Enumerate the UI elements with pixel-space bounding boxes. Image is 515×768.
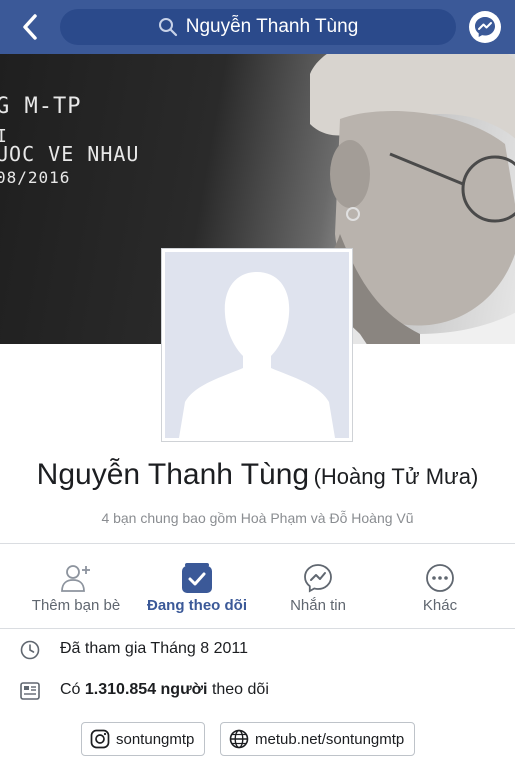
mutual-friends-text[interactable]: 4 bạn chung bao gồm Hoà Phạm và Đỗ Hoàng… — [0, 510, 515, 526]
profile-picture[interactable] — [161, 248, 353, 442]
divider — [0, 543, 515, 544]
followers-prefix: Có — [60, 681, 81, 698]
followers-feed-icon — [19, 680, 41, 702]
website-link-chip[interactable]: metub.net/sontungmtp — [220, 722, 416, 756]
message-label: Nhắn tin — [290, 597, 346, 614]
more-label: Khác — [422, 597, 458, 614]
search-icon — [158, 16, 180, 38]
default-avatar-silhouette-icon — [165, 252, 349, 438]
website-url: metub.net/sontungmtp — [255, 730, 405, 748]
followers-info-row[interactable]: Có 1.310.854 người theo dõi — [0, 675, 515, 705]
globe-icon — [229, 729, 249, 749]
add-friend-button[interactable]: Thêm bạn bè — [12, 562, 140, 618]
messenger-button[interactable] — [469, 11, 501, 43]
message-button[interactable]: Nhắn tin — [254, 562, 382, 618]
divider — [0, 628, 515, 629]
cover-text-line: 08/2016 — [0, 168, 71, 187]
clock-icon — [19, 639, 41, 661]
more-button[interactable]: Khác — [376, 562, 504, 618]
profile-name-row: Nguyễn Thanh Tùng (Hoàng Tử Mưa) — [0, 458, 515, 492]
following-check-icon — [182, 563, 212, 593]
search-field[interactable]: Nguyễn Thanh Tùng — [60, 9, 456, 45]
messenger-icon — [475, 17, 495, 37]
cover-text-line: G M-TP — [0, 94, 82, 119]
followers-text: Có 1.310.854 người theo dõi — [60, 681, 269, 699]
profile-alternate-name: (Hoàng Tử Mưa) — [313, 464, 479, 489]
cover-text-line: UOC VE NHAU — [0, 142, 140, 166]
top-bar: Nguyễn Thanh Tùng — [0, 0, 515, 54]
following-label: Đang theo dõi — [147, 597, 247, 614]
back-button[interactable] — [14, 10, 46, 44]
instagram-icon — [90, 729, 110, 749]
instagram-handle: sontungmtp — [116, 730, 195, 748]
instagram-link-chip[interactable]: sontungmtp — [81, 722, 206, 756]
followers-count: 1.310.854 người — [84, 681, 208, 698]
search-query-text: Nguyễn Thanh Tùng — [185, 16, 359, 37]
back-chevron-icon — [23, 14, 37, 40]
add-friend-icon — [61, 565, 90, 592]
joined-info-row: Đã tham gia Tháng 8 2011 — [0, 634, 515, 664]
more-icon — [426, 564, 454, 592]
following-button[interactable]: Đang theo dõi — [133, 562, 261, 618]
joined-text: Đã tham gia Tháng 8 2011 — [60, 640, 248, 657]
followers-suffix: theo dõi — [211, 681, 269, 698]
messenger-outline-icon — [304, 564, 332, 593]
profile-name: Nguyễn Thanh Tùng — [36, 458, 310, 491]
add-friend-label: Thêm bạn bè — [31, 597, 121, 614]
